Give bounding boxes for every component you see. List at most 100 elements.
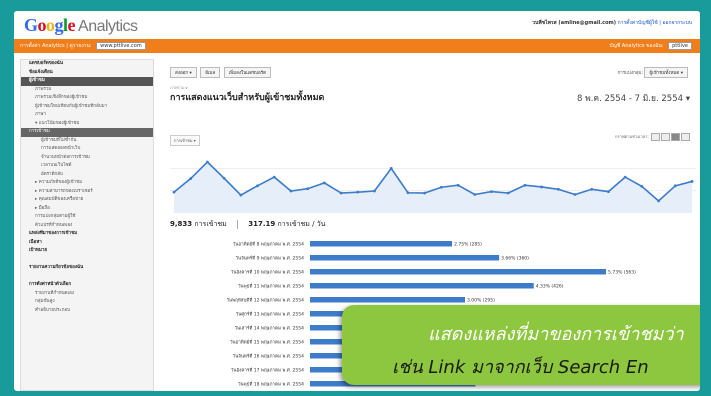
- sidebar-item[interactable]: จำนวนหน้าต่อการเข้าชม: [21, 154, 153, 163]
- date-range-picker[interactable]: 8 พ.ค. 2554 - 7 มิ.ย. 2554 ▾: [577, 91, 690, 105]
- orange-bar-right: บัญชี Analytics ของฉัน: pttlive: [609, 42, 692, 50]
- sidebar-item[interactable]: แหล่งที่มาของการเข้าชม: [21, 230, 153, 239]
- bar-label: วันจันทร์ที่ 9 พฤษภาคม พ.ศ. 2554: [235, 255, 304, 262]
- chart-point[interactable]: [540, 185, 544, 189]
- chart-point[interactable]: [657, 199, 660, 203]
- sidebar-item[interactable]: รายงานความกี่ยวข้อของฉัน: [21, 264, 153, 273]
- sidebar-item[interactable]: ▸ ความภักดีของผู้เข้าชม: [21, 179, 153, 188]
- account-email: วนพืชไพรส (amline@gmail.com): [532, 20, 617, 26]
- sidebar-item[interactable]: ข้อแจ้งเตือน: [21, 69, 153, 78]
- email-button[interactable]: อีเมล: [200, 67, 221, 78]
- chart-point[interactable]: [373, 189, 376, 193]
- sidebar-item[interactable]: กลุ่มขั้นสูง: [21, 298, 153, 307]
- add-to-dashboard-button[interactable]: เพิ่มลงในแดชบอร์ด: [223, 67, 272, 78]
- week-view-icon[interactable]: [661, 133, 670, 141]
- sidebar-item[interactable]: เนื้อหา: [21, 239, 153, 248]
- chart-point[interactable]: [623, 175, 627, 179]
- bar-rect[interactable]: [310, 283, 534, 289]
- graph-metric-select[interactable]: การเข้าชม ▾: [170, 135, 200, 146]
- chart-point[interactable]: [456, 183, 460, 187]
- account-label: บัญชี Analytics ของฉัน:: [609, 43, 664, 49]
- sidebar-item[interactable]: อัตราตีกลับ: [21, 171, 153, 180]
- sidebar-item: [21, 273, 153, 282]
- chart-point[interactable]: [423, 191, 427, 195]
- google-analytics-logo[interactable]: Google Analytics: [24, 15, 138, 36]
- site-select[interactable]: www.pttlive.com: [96, 42, 146, 50]
- chart-point[interactable]: [356, 190, 360, 194]
- sidebar-item[interactable]: ภาษา: [21, 111, 153, 120]
- bar-value-label: 3.00% (295): [467, 298, 495, 304]
- sidebar-item[interactable]: คำอธิบายประกอบ: [21, 307, 153, 316]
- sidebar-item[interactable]: การแสดงผลหน้าเว็บ: [21, 145, 153, 154]
- caption-overlay: แสดงแหล่งที่มาของการเข้าชมว่า เช่น Link …: [342, 305, 700, 385]
- export-button[interactable]: ส่งออก ▾: [170, 67, 197, 78]
- chart-point[interactable]: [172, 190, 176, 194]
- logo-letter: o: [37, 15, 47, 35]
- orange-bar-left: การตั้งค่า Analytics | ดูรายงาน: www.ptt…: [20, 42, 146, 50]
- chart-point[interactable]: [189, 177, 193, 180]
- chart-point[interactable]: [256, 184, 259, 188]
- day-view-icon[interactable]: [651, 133, 660, 141]
- stats-divider: [237, 219, 239, 229]
- account-links[interactable]: การตั้งค่าบัญชีผู้ใช้ | ออกจากระบบ: [618, 20, 692, 26]
- bar-rect[interactable]: [310, 297, 465, 303]
- segment-dropdown[interactable]: ผู้เข้าชมทั้งหมด ▾: [644, 67, 688, 78]
- bar-rect[interactable]: [310, 269, 607, 275]
- chart-point[interactable]: [222, 176, 226, 180]
- chart-point[interactable]: [473, 193, 477, 196]
- sidebar-item[interactable]: เวลาบนเว็บไซต์: [21, 162, 153, 171]
- sidebar-item[interactable]: ภาพรวม: [21, 86, 153, 95]
- chart-point[interactable]: [590, 187, 594, 191]
- account-select[interactable]: pttlive: [668, 42, 692, 50]
- chart-point[interactable]: [673, 184, 677, 188]
- chart-point[interactable]: [573, 193, 577, 196]
- sidebar-item[interactable]: การเข้าชม: [21, 128, 153, 137]
- chart-point[interactable]: [239, 193, 243, 197]
- chart-point[interactable]: [389, 167, 393, 170]
- visits-line-chart: [170, 160, 696, 213]
- sidebar: แดชบอร์ดของฉัน ข้อแจ้งเตือน ผู้เข้าชม ภาพรว…: [20, 59, 154, 391]
- bar-rect[interactable]: [310, 241, 453, 247]
- chart-point[interactable]: [490, 190, 493, 193]
- logo-product: Analytics: [78, 18, 138, 35]
- bar-rect[interactable]: [310, 255, 500, 261]
- sidebar-item[interactable]: ▸ มือถือ: [21, 205, 153, 214]
- sidebar-item[interactable]: ผู้เข้าชมที่ไม่ซ้ำกัน: [21, 137, 153, 146]
- sidebar-item[interactable]: ผู้เข้าชม: [21, 77, 153, 86]
- chart-point[interactable]: [506, 191, 510, 195]
- chart-point[interactable]: [406, 191, 410, 195]
- chart-point[interactable]: [206, 160, 209, 164]
- sidebar-item[interactable]: เป้าหมาย: [21, 247, 153, 256]
- chart-point[interactable]: [523, 183, 527, 187]
- chart-point[interactable]: [289, 189, 293, 193]
- bar-label: วันเสาร์ที่ 14 พฤษภาคม พ.ศ. 2554: [234, 325, 304, 332]
- sidebar-item[interactable]: ผู้เข้าชมใหม่เทียบกับผู้เข้าชมที่กลับมา: [21, 103, 153, 112]
- chart-point[interactable]: [607, 190, 610, 193]
- graph-view-icons: กราฟตามช่วงเวลา:: [615, 133, 690, 141]
- month-view-icon[interactable]: [671, 133, 680, 141]
- sidebar-item[interactable]: ▸ คุณสมบัติของเครือข่าย: [21, 196, 153, 205]
- sidebar-item[interactable]: รายงานที่กำหนดเอง: [21, 290, 153, 299]
- sidebar-item[interactable]: แดชบอร์ดของฉัน: [21, 60, 153, 69]
- top-links: วนพืชไพรส (amline@gmail.com) การตั้งค่าบ…: [532, 19, 692, 27]
- chart-point[interactable]: [690, 180, 694, 183]
- sidebar-item[interactable]: ▾ แนวโน้มของผู้เข้าชม: [21, 120, 153, 129]
- sidebar-item[interactable]: การตั้งค่าหน้าตัวเลือก: [21, 281, 153, 290]
- sidebar-item[interactable]: ตัวแปรที่กำหนดเอง: [21, 222, 153, 231]
- chart-point[interactable]: [339, 191, 343, 195]
- bar-label: วันศุกร์ที่ 13 พฤษภาคม พ.ศ. 2554: [236, 311, 304, 318]
- settings-link[interactable]: การตั้งค่า Analytics | ดูรายงาน:: [20, 43, 92, 49]
- chart-point[interactable]: [556, 187, 560, 191]
- chart-point[interactable]: [322, 181, 326, 185]
- bar-value-label: 5.73% (563): [608, 270, 636, 276]
- chart-point[interactable]: [640, 184, 644, 188]
- chart-point[interactable]: [272, 175, 276, 179]
- chart-point[interactable]: [439, 185, 443, 189]
- table-view-icon[interactable]: [681, 133, 690, 141]
- sidebar-item[interactable]: การแบ่งกลุ่มตามผู้ใช้: [21, 213, 153, 222]
- sidebar-item[interactable]: ภาพรวมเชิงลึกของผู้เข้าชม: [21, 94, 153, 103]
- chart-point[interactable]: [306, 187, 310, 191]
- sidebar-item[interactable]: ▸ ความสามารถของเบราเซอร์: [21, 188, 153, 197]
- logo-letter: g: [54, 15, 64, 35]
- visits-label: การเข้าชม: [194, 220, 227, 228]
